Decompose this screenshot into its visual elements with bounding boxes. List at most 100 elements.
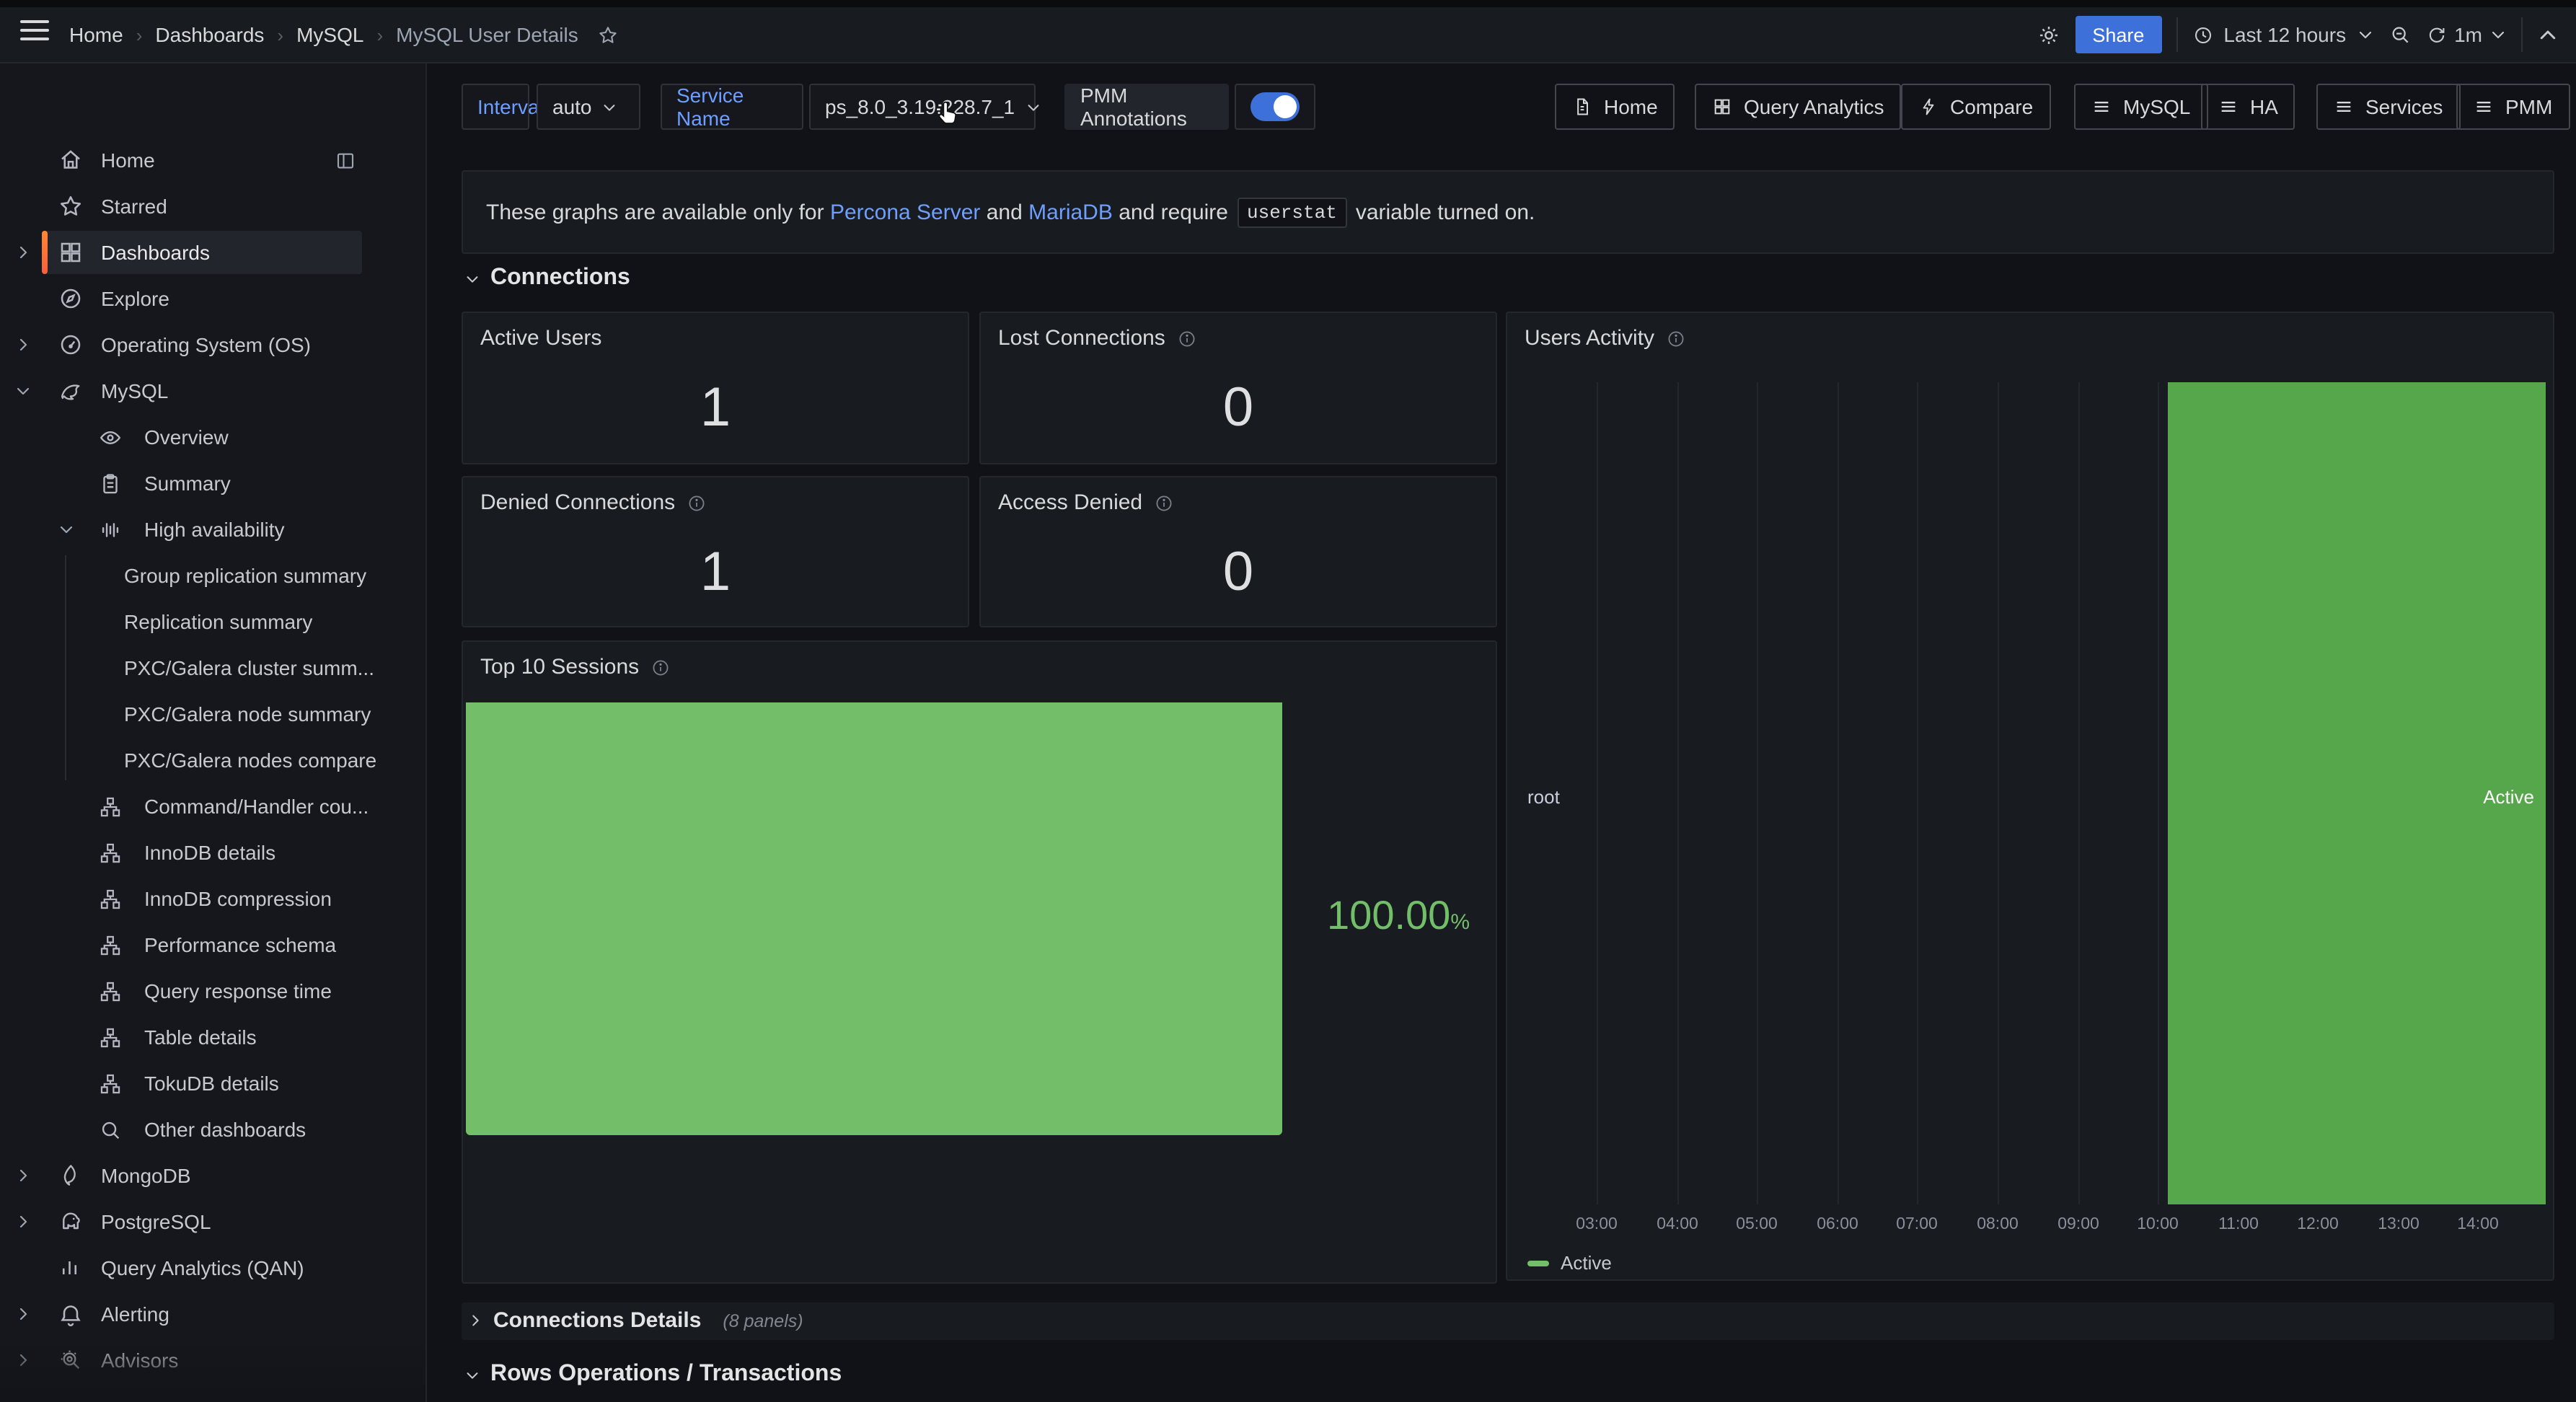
info-icon[interactable] [1666,328,1686,348]
nav-button-query-analytics[interactable]: Query Analytics [1695,84,1902,130]
dashboard-settings-gear-icon[interactable] [2036,22,2060,47]
sidebar-item-innodb-compression[interactable]: InnoDB compression [0,876,375,922]
info-icon[interactable] [650,657,671,677]
info-icon[interactable] [687,493,707,513]
share-button[interactable]: Share [2075,16,2161,53]
menu-list-icon [2474,97,2494,117]
dock-sidebar-icon[interactable] [335,150,356,172]
x-tick: 04:00 [1643,1216,1712,1233]
panel-title: Top 10 Sessions [480,655,639,679]
sidebar-item-alerting[interactable]: Alerting [0,1291,375,1337]
info-icon[interactable] [1177,328,1197,348]
clock-icon [2192,24,2213,45]
info-icon[interactable] [1154,493,1174,513]
sidebar-item-home[interactable]: Home [0,137,375,183]
breadcrumb-home[interactable]: Home [69,23,123,46]
notice-text: These graphs are available only for Perc… [486,172,1535,252]
kiosk-collapse-icon[interactable] [2537,24,2559,45]
time-range-label: Last 12 hours [2223,23,2346,46]
toggle-on-pill [1250,92,1300,121]
panel-title: Active Users [480,326,601,350]
nav-button-pmm[interactable]: PMM [2456,84,2570,130]
nav-button-ha[interactable]: HA [2201,84,2295,130]
mariadb-link[interactable]: MariaDB [1028,200,1113,224]
document-icon [1572,97,1592,117]
sidebar-item-advisors[interactable]: Advisors [0,1337,375,1383]
percona-server-link[interactable]: Percona Server [830,200,980,224]
menu-toggle-icon[interactable] [20,20,49,43]
chevron-right-icon[interactable] [14,1305,32,1323]
stat-value: 0 [981,376,1496,440]
time-range-picker[interactable]: Last 12 hours [2192,23,2373,46]
sidebar-item-mysql[interactable]: MySQL [0,368,375,414]
x-tick: 13:00 [2364,1216,2433,1233]
sidebar-item-explore[interactable]: Explore [0,275,375,322]
chevron-right-icon[interactable] [14,244,32,261]
gridline [2158,382,2159,1204]
chevron-down-icon[interactable] [58,521,75,538]
chevron-down-icon[interactable] [14,382,32,400]
sidebar-item-query-analytics[interactable]: Query Analytics (QAN) [0,1245,375,1291]
chevron-right-icon[interactable] [14,1167,32,1184]
gridline [1677,382,1679,1204]
sidebar-item-backup[interactable]: Backup [0,1383,375,1402]
sidebar-item-pxc-galera-cluster-summary[interactable]: PXC/Galera cluster summ... [0,645,375,691]
sidebar-item-high-availability[interactable]: High availability [0,506,375,552]
chevron-down-icon [464,1367,480,1383]
chevron-right-icon[interactable] [14,1352,32,1369]
sidebar-item-replication-summary[interactable]: Replication summary [0,599,375,645]
breadcrumb-separator: › [136,24,143,45]
nav-button-compare[interactable]: Compare [1901,84,2050,130]
history-icon [58,1393,84,1402]
mongodb-leaf-icon [58,1163,84,1189]
service-name-variable-select[interactable]: ps_8.0_3.19.228.7_1 [809,84,1036,130]
sidebar-item-command-handler-counters[interactable]: Command/Handler cou... [0,783,375,829]
sidebar-item-table-details[interactable]: Table details [0,1014,375,1060]
panel-denied-connections: Denied Connections 1 [462,476,969,627]
sidebar-item-group-replication-summary[interactable]: Group replication summary [0,552,375,599]
nav-button-home[interactable]: Home [1555,84,1675,130]
sidebar-item-overview[interactable]: Overview [0,414,375,460]
interval-variable-select[interactable]: auto [537,84,640,130]
sidebar-item-summary[interactable]: Summary [0,460,375,506]
panel-title: Lost Connections [998,326,1165,350]
zoom-out-time-icon[interactable] [2388,23,2411,46]
nav-button-mysql[interactable]: MySQL [2074,84,2207,130]
section-header-rows-operations[interactable]: Rows Operations / Transactions [464,1362,842,1388]
equalizer-icon [98,518,123,542]
sidebar-item-pxc-galera-node-summary[interactable]: PXC/Galera node summary [0,691,375,737]
x-tick: 10:00 [2123,1216,2192,1233]
timeline-row-label: root [1527,786,1560,808]
section-row-connections-details[interactable]: Connections Details (8 panels) [462,1302,2554,1340]
chevron-right-icon[interactable] [14,1398,32,1402]
breadcrumb-dashboards[interactable]: Dashboards [155,23,264,46]
chevron-right-icon[interactable] [14,1213,32,1230]
favorite-star-icon[interactable] [597,24,619,45]
divider [2521,17,2523,52]
refresh-picker[interactable]: 1m [2425,23,2507,46]
panel-title: Users Activity [1525,326,1654,350]
x-tick: 14:00 [2443,1216,2513,1233]
sidebar-item-query-response-time[interactable]: Query response time [0,968,375,1014]
sidebar-item-tokudb-details[interactable]: TokuDB details [0,1060,375,1106]
sidebar-item-operating-system[interactable]: Operating System (OS) [0,322,375,368]
panel-lost-connections: Lost Connections 0 [979,312,1497,464]
sidebar-item-mongodb[interactable]: MongoDB [0,1152,375,1199]
sidebar-item-other-dashboards[interactable]: Other dashboards [0,1106,375,1152]
section-header-connections[interactable]: Connections [464,265,630,291]
sidebar-item-pxc-galera-nodes-compare[interactable]: PXC/Galera nodes compare [0,737,375,783]
sidebar-item-postgresql[interactable]: PostgreSQL [0,1199,375,1245]
sidebar-item-innodb-details[interactable]: InnoDB details [0,829,375,876]
stat-value: 1 [463,376,968,440]
sidebar-item-performance-schema[interactable]: Performance schema [0,922,375,968]
pmm-annotations-toggle[interactable] [1235,84,1315,130]
sidebar-item-starred[interactable]: Starred [0,183,375,229]
chevron-right-icon[interactable] [14,336,32,353]
panel-active-users: Active Users 1 [462,312,969,464]
nav-button-services[interactable]: Services [2316,84,2460,130]
chevron-down-icon [602,99,618,115]
legend-item-active[interactable]: Active [1527,1252,1612,1274]
gridline [1998,382,1999,1204]
breadcrumb-mysql[interactable]: MySQL [296,23,363,46]
sidebar-item-dashboards[interactable]: Dashboards [0,229,375,275]
